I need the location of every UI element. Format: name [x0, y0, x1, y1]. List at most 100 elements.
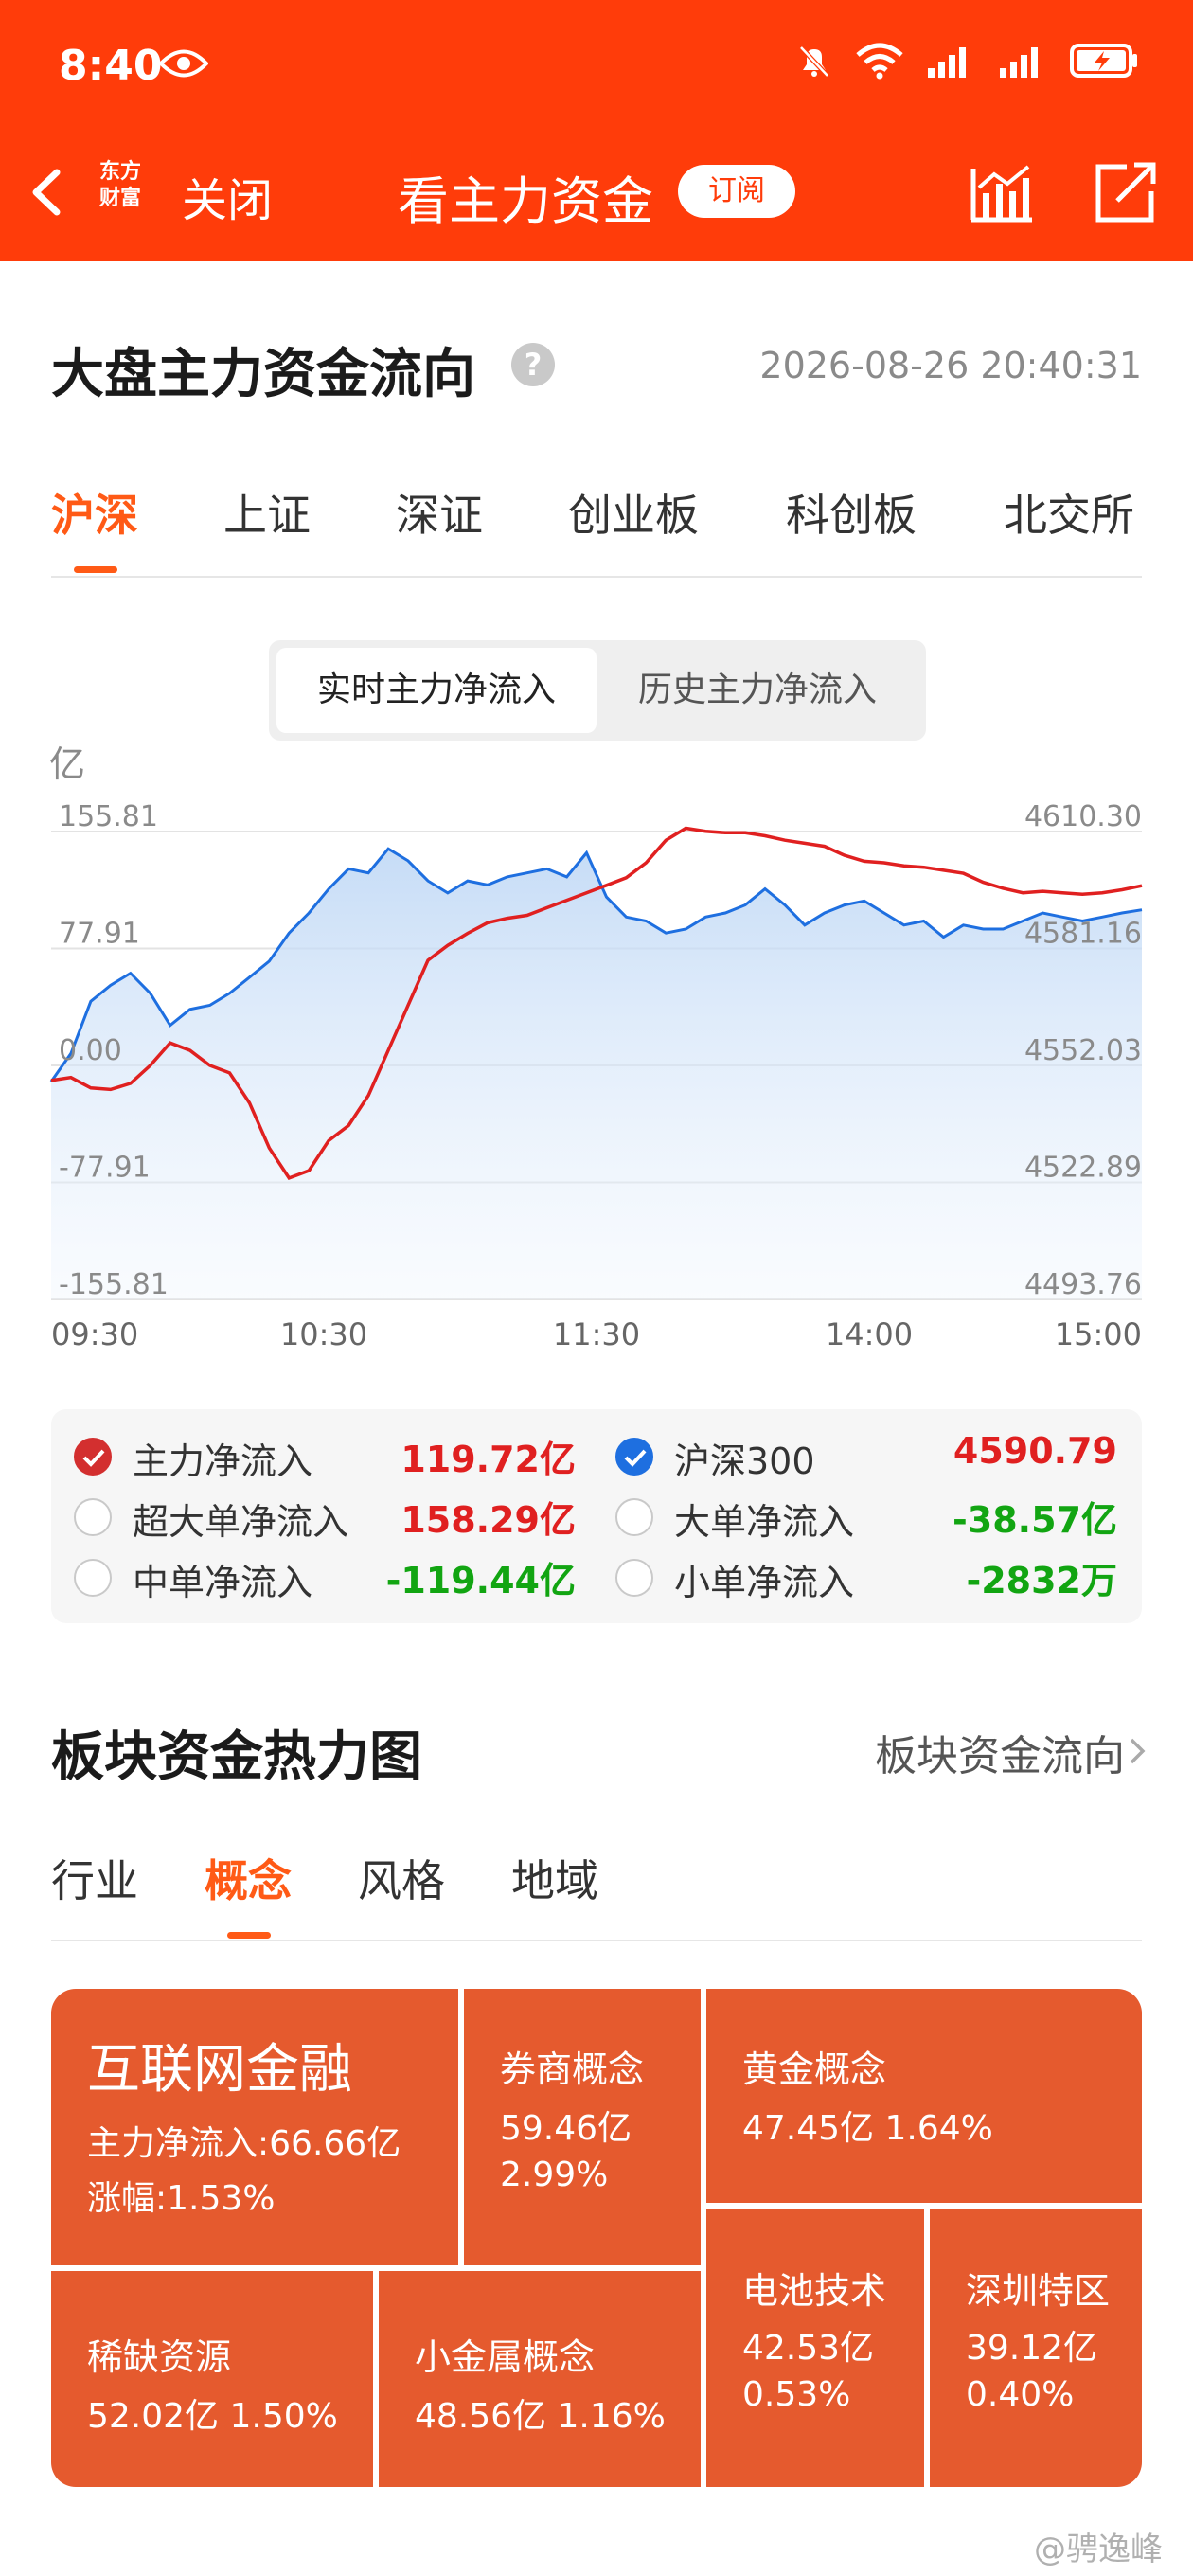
share-icon[interactable]: [1089, 159, 1161, 225]
x-tick-label: 10:30: [280, 1316, 367, 1352]
heatmap-tile-battery-tech[interactable]: 电池技术 42.53亿 0.53%: [706, 2209, 924, 2487]
legend-small[interactable]: 小单净流入 -2832万: [615, 1546, 1117, 1608]
tile-name: 互联网金融: [87, 2039, 352, 2101]
back-arrow-icon[interactable]: [23, 159, 70, 225]
y-right-tick-label: 4493.76: [1024, 1268, 1142, 1301]
x-tick-label: 14:00: [826, 1316, 913, 1352]
y-right-tick-label: 4610.30: [1024, 800, 1142, 833]
legend-value: 158.29亿: [401, 1499, 576, 1541]
flow-mode-switch: 实时主力净流入 历史主力净流入: [269, 640, 926, 741]
heatmap-tile-brokerage[interactable]: 券商概念 59.46亿 2.99%: [464, 1989, 701, 2265]
status-time: 8:40: [59, 42, 163, 90]
legend-label: 大单净流入: [674, 1501, 855, 1543]
y-right-tick-label: 4552.03: [1024, 1034, 1142, 1067]
x-tick-label: 09:30: [51, 1316, 138, 1352]
help-icon[interactable]: ?: [511, 343, 555, 386]
eye-icon: [159, 49, 208, 78]
subscribe-button[interactable]: 订阅: [678, 165, 795, 218]
checkbox-unchecked-icon[interactable]: [74, 1559, 112, 1597]
y-left-tick-label: 155.81: [59, 800, 158, 833]
tile-name: 深圳特区: [966, 2270, 1111, 2312]
active-tab-indicator: [74, 566, 117, 573]
legend-value: 119.72亿: [401, 1439, 576, 1480]
tile-line-1: 47.45亿 1.64%: [742, 2109, 993, 2148]
tile-line-1: 48.56亿 1.16%: [415, 2397, 666, 2436]
page-title: 看主力资金: [398, 171, 653, 231]
tile-line-2: 涨幅:1.53%: [87, 2179, 276, 2218]
legend-value: -2832万: [966, 1560, 1117, 1601]
checkbox-checked-icon[interactable]: [615, 1438, 653, 1476]
watermark: @骋逸峰: [1034, 2531, 1163, 2568]
segment-history[interactable]: 历史主力净流入: [596, 648, 918, 733]
close-button[interactable]: 关闭: [182, 163, 273, 229]
logo-line-2: 财富: [98, 187, 141, 210]
sector-tabs: 行业 概念 风格 地域: [51, 1847, 1142, 1941]
y-right-tick-label: 4522.89: [1024, 1152, 1142, 1185]
tab-shanghai[interactable]: 上证: [223, 481, 311, 544]
y-left-tick-label: -155.81: [59, 1268, 169, 1301]
chevron-right-icon[interactable]: [1127, 1735, 1148, 1767]
x-tick-label: 15:00: [1055, 1316, 1142, 1352]
update-timestamp: 2026-08-26 20:40:31: [759, 345, 1142, 386]
tab-bse[interactable]: 北交所: [1004, 481, 1134, 544]
logo-line-1: 东方: [98, 160, 141, 184]
legend-value: -119.44亿: [385, 1560, 576, 1601]
heatmap-tile-gold[interactable]: 黄金概念 47.45亿 1.64%: [706, 1989, 1142, 2203]
legend-large[interactable]: 大单净流入 -38.57亿: [615, 1485, 1117, 1547]
y-left-tick-label: 0.00: [59, 1034, 122, 1067]
checkbox-unchecked-icon[interactable]: [615, 1559, 653, 1597]
checkbox-unchecked-icon[interactable]: [74, 1498, 112, 1536]
tab-shenzhen[interactable]: 深证: [396, 481, 483, 544]
status-icons: [795, 42, 1140, 80]
tab-hushen[interactable]: 沪深: [51, 481, 138, 544]
flow-section-title: 大盘主力资金流向: [51, 344, 475, 405]
market-tabs: 沪深 上证 深证 创业板 科创板 北交所: [51, 481, 1142, 578]
heatmap-tile-rare-resources[interactable]: 稀缺资源 52.02亿 1.50%: [51, 2271, 373, 2487]
tile-name: 稀缺资源: [87, 2336, 232, 2378]
x-tick-label: 11:30: [553, 1316, 640, 1352]
tile-line-2: 2.99%: [500, 2156, 609, 2194]
active-tab-indicator: [227, 1932, 271, 1939]
capital-flow-chart[interactable]: 155.81 4610.30 77.91 4581.16 0.00 4552.03 -77.…: [0, 777, 1193, 1364]
legend-label: 沪深300: [674, 1440, 815, 1482]
legend-hs300[interactable]: 沪深300 4590.79: [615, 1424, 1117, 1487]
tile-line-1: 主力净流入:66.66亿: [87, 2124, 401, 2163]
hs300-area: [51, 849, 1142, 1299]
heatmap-section-title: 板块资金热力图: [51, 1726, 422, 1788]
y-left-tick-label: 77.91: [59, 918, 140, 951]
tile-name: 黄金概念: [742, 2048, 887, 2090]
tile-name: 电池技术: [742, 2270, 887, 2312]
tab-region[interactable]: 地域: [511, 1847, 598, 1909]
checkbox-unchecked-icon[interactable]: [615, 1498, 653, 1536]
tile-line-1: 59.46亿: [500, 2109, 632, 2148]
tab-chinext[interactable]: 创业板: [568, 481, 699, 544]
sector-flow-link[interactable]: 板块资金流向: [875, 1722, 1125, 1782]
tab-industry[interactable]: 行业: [51, 1847, 138, 1909]
chart-legend: 主力净流入 119.72亿 沪深300 4590.79 超大单净流入 158.2…: [51, 1409, 1142, 1623]
y-right-tick-label: 4581.16: [1024, 918, 1142, 951]
app-header: 8:40 东方 财富 关闭 看主力资金 订阅: [0, 0, 1193, 261]
app-logo: 东方 财富: [91, 159, 150, 218]
legend-main-inflow[interactable]: 主力净流入 119.72亿: [74, 1424, 576, 1487]
checkbox-checked-icon[interactable]: [74, 1438, 112, 1476]
legend-super-large[interactable]: 超大单净流入 158.29亿: [74, 1485, 576, 1547]
sector-heatmap: 互联网金融 主力净流入:66.66亿 涨幅:1.53% 券商概念 59.46亿 …: [51, 1989, 1142, 2487]
tab-concept[interactable]: 概念: [205, 1847, 292, 1909]
tab-style[interactable]: 风格: [358, 1847, 445, 1909]
legend-medium[interactable]: 中单净流入 -119.44亿: [74, 1546, 576, 1608]
legend-label: 超大单净流入: [133, 1501, 349, 1543]
signal-icon: [928, 47, 966, 78]
tile-line-2: 0.40%: [966, 2375, 1075, 2414]
heatmap-tile-minor-metals[interactable]: 小金属概念 48.56亿 1.16%: [379, 2271, 701, 2487]
battery-icon: [1070, 44, 1137, 78]
legend-label: 小单净流入: [674, 1562, 855, 1603]
segment-realtime[interactable]: 实时主力净流入: [276, 648, 596, 733]
y-left-tick-label: -77.91: [59, 1152, 151, 1185]
bar-chart-icon[interactable]: [966, 159, 1038, 225]
tile-line-1: 39.12亿: [966, 2329, 1098, 2368]
tile-name: 小金属概念: [415, 2336, 596, 2378]
heatmap-tile-internet-finance[interactable]: 互联网金融 主力净流入:66.66亿 涨幅:1.53%: [51, 1989, 458, 2265]
tab-star-market[interactable]: 科创板: [786, 481, 917, 544]
legend-label: 中单净流入: [133, 1562, 313, 1603]
heatmap-tile-shenzhen-sez[interactable]: 深圳特区 39.12亿 0.40%: [930, 2209, 1142, 2487]
